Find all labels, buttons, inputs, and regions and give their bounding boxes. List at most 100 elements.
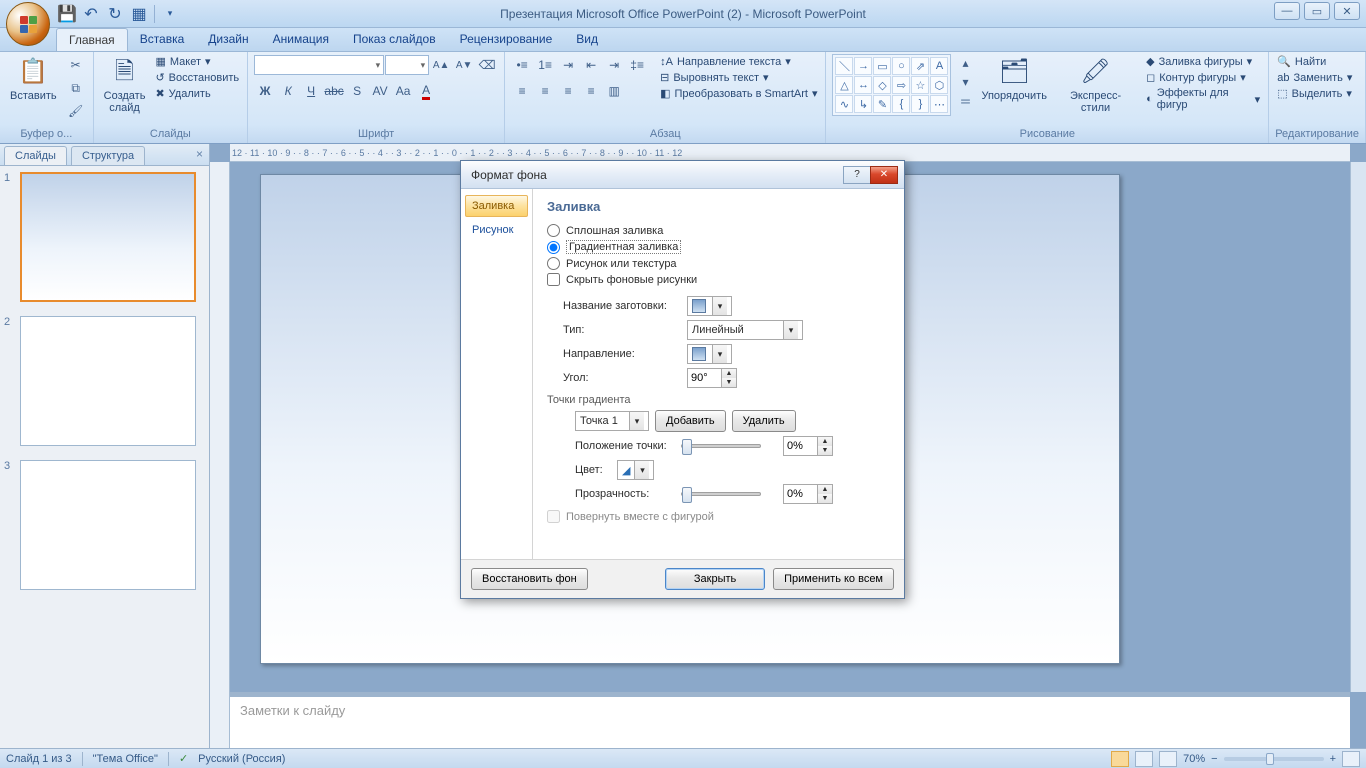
font-family-combo[interactable] xyxy=(254,55,384,75)
shape-rightarrow-icon[interactable]: ⇨ xyxy=(892,76,910,94)
align-right-icon[interactable]: ≡ xyxy=(557,80,579,102)
angle-spinner[interactable]: ▲▼ xyxy=(687,368,737,388)
find-button[interactable]: 🔍Найти xyxy=(1275,54,1354,69)
align-text-button[interactable]: ⊟Выровнять текст ▾ xyxy=(658,70,819,85)
trans-up-icon[interactable]: ▲ xyxy=(818,485,832,494)
shapes-gallery[interactable]: ＼ → ▭ ○ ⇗ A △ ↔ ◇ ⇨ ☆ ⬡ ∿ ↳ ✎ { } xyxy=(832,54,951,116)
gallery-down-icon[interactable]: ▾ xyxy=(957,73,973,91)
align-center-icon[interactable]: ≡ xyxy=(534,80,556,102)
zoom-in-icon[interactable]: + xyxy=(1330,753,1336,765)
new-slide-button[interactable]: 🗎 Создать слайд xyxy=(100,54,150,116)
shape-more-icon[interactable]: ⋯ xyxy=(930,95,948,113)
tab-view[interactable]: Вид xyxy=(564,28,610,51)
qat-redo-icon[interactable]: ↻ xyxy=(104,3,126,25)
shape-lb-icon[interactable]: { xyxy=(892,95,910,113)
view-sorter-icon[interactable] xyxy=(1135,751,1153,767)
tab-animation[interactable]: Анимация xyxy=(261,28,341,51)
stop-dropdown[interactable]: Точка 1▾ xyxy=(575,411,649,431)
justify-icon[interactable]: ≡ xyxy=(580,80,602,102)
position-slider-thumb[interactable] xyxy=(682,439,692,455)
spellcheck-icon[interactable]: ✓ xyxy=(179,752,188,765)
increase-indent-icon[interactable]: ⇥ xyxy=(603,54,625,76)
zoom-slider[interactable] xyxy=(1224,757,1324,761)
decrease-indent-icon[interactable]: ⇤ xyxy=(580,54,602,76)
strike-icon[interactable]: abc xyxy=(323,80,345,102)
copy-icon[interactable]: ⧉ xyxy=(65,77,87,99)
angle-input[interactable] xyxy=(688,369,721,387)
angle-down-icon[interactable]: ▼ xyxy=(722,378,736,387)
tab-insert[interactable]: Вставка xyxy=(128,28,197,51)
trans-down-icon[interactable]: ▼ xyxy=(818,494,832,503)
dialog-nav-fill[interactable]: Заливка xyxy=(465,195,528,217)
close-dialog-button[interactable]: Закрыть xyxy=(665,568,765,590)
dialog-close-button[interactable]: ✕ xyxy=(870,166,898,184)
preset-dropdown[interactable]: ▾ xyxy=(687,296,732,316)
dialog-titlebar[interactable]: Формат фона ? ✕ xyxy=(461,161,904,189)
shape-line-icon[interactable]: ＼ xyxy=(835,57,853,75)
bold-icon[interactable]: Ж xyxy=(254,80,276,102)
shape-curve-icon[interactable]: ∿ xyxy=(835,95,853,113)
font-color-icon[interactable]: A xyxy=(415,80,437,102)
shape-text-icon[interactable]: A xyxy=(930,57,948,75)
shape-rect-icon[interactable]: ▭ xyxy=(873,57,891,75)
underline-icon[interactable]: Ч xyxy=(300,80,322,102)
delete-stop-button[interactable]: Удалить xyxy=(732,410,796,432)
align-left-icon[interactable]: ≡ xyxy=(511,80,533,102)
radio-picture[interactable]: Рисунок или текстура xyxy=(547,257,890,270)
shape-connector-icon[interactable]: ↳ xyxy=(854,95,872,113)
slides-tab[interactable]: Слайды xyxy=(4,146,67,165)
change-case-icon[interactable]: Aa xyxy=(392,80,414,102)
line-spacing-icon[interactable]: ‡≡ xyxy=(626,54,648,76)
vertical-scrollbar[interactable] xyxy=(1350,162,1366,692)
shape-effects-button[interactable]: ◐Эффекты для фигур ▾ xyxy=(1144,86,1262,112)
transparency-slider[interactable] xyxy=(681,492,761,496)
columns-icon[interactable]: ▥ xyxy=(603,80,625,102)
format-painter-icon[interactable]: 🖌 xyxy=(65,100,87,122)
shape-oval-icon[interactable]: ○ xyxy=(892,57,910,75)
layout-button[interactable]: ▦Макет ▾ xyxy=(153,54,241,69)
angle-up-icon[interactable]: ▲ xyxy=(722,369,736,378)
type-dropdown[interactable]: Линейный▾ xyxy=(687,320,803,340)
restore-button[interactable]: ▭ xyxy=(1304,2,1330,20)
delete-slide-button[interactable]: ✖Удалить xyxy=(153,86,241,101)
paste-button[interactable]: 📋 Вставить xyxy=(6,54,61,104)
shrink-font-icon[interactable]: A▼ xyxy=(453,54,475,76)
shape-star-icon[interactable]: ☆ xyxy=(911,76,929,94)
arrange-button[interactable]: 🗂 Упорядочить xyxy=(977,54,1050,104)
gallery-more-icon[interactable]: ＝ xyxy=(957,92,973,110)
bullets-icon[interactable]: •≡ xyxy=(511,54,533,76)
position-spinner[interactable]: ▲▼ xyxy=(783,436,833,456)
shape-brace-icon[interactable]: ⇗ xyxy=(911,57,929,75)
cut-icon[interactable]: ✂ xyxy=(65,54,87,76)
dialog-nav-picture[interactable]: Рисунок xyxy=(465,219,528,241)
shape-diamond-icon[interactable]: ◇ xyxy=(873,76,891,94)
position-slider[interactable] xyxy=(681,444,761,448)
zoom-percent[interactable]: 70% xyxy=(1183,753,1205,765)
position-input[interactable] xyxy=(784,437,817,455)
office-button[interactable] xyxy=(6,2,50,46)
fit-window-icon[interactable] xyxy=(1342,751,1360,767)
quick-styles-button[interactable]: 🖍 Экспресс-стили xyxy=(1055,54,1136,116)
grow-font-icon[interactable]: A▲ xyxy=(430,54,452,76)
shape-rb-icon[interactable]: } xyxy=(911,95,929,113)
pos-down-icon[interactable]: ▼ xyxy=(818,446,832,455)
pos-up-icon[interactable]: ▲ xyxy=(818,437,832,446)
italic-icon[interactable]: К xyxy=(277,80,299,102)
list-level-icon[interactable]: ⇥ xyxy=(557,54,579,76)
shape-hex-icon[interactable]: ⬡ xyxy=(930,76,948,94)
thumb-1[interactable] xyxy=(20,172,196,302)
close-button[interactable]: ✕ xyxy=(1334,2,1360,20)
thumb-3[interactable] xyxy=(20,460,196,590)
direction-dropdown[interactable]: ▾ xyxy=(687,344,732,364)
shape-fill-button[interactable]: ◆Заливка фигуры ▾ xyxy=(1144,54,1262,69)
text-direction-button[interactable]: ↕AНаправление текста ▾ xyxy=(658,54,819,69)
panel-close-icon[interactable]: × xyxy=(196,147,203,161)
transparency-spinner[interactable]: ▲▼ xyxy=(783,484,833,504)
radio-solid[interactable]: Сплошная заливка xyxy=(547,224,890,237)
radio-gradient[interactable]: Градиентная заливка xyxy=(547,240,890,254)
tab-review[interactable]: Рецензирование xyxy=(448,28,565,51)
zoom-slider-thumb[interactable] xyxy=(1266,753,1274,765)
tab-design[interactable]: Дизайн xyxy=(196,28,260,51)
dialog-help-button[interactable]: ? xyxy=(843,166,871,184)
view-slideshow-icon[interactable] xyxy=(1159,751,1177,767)
